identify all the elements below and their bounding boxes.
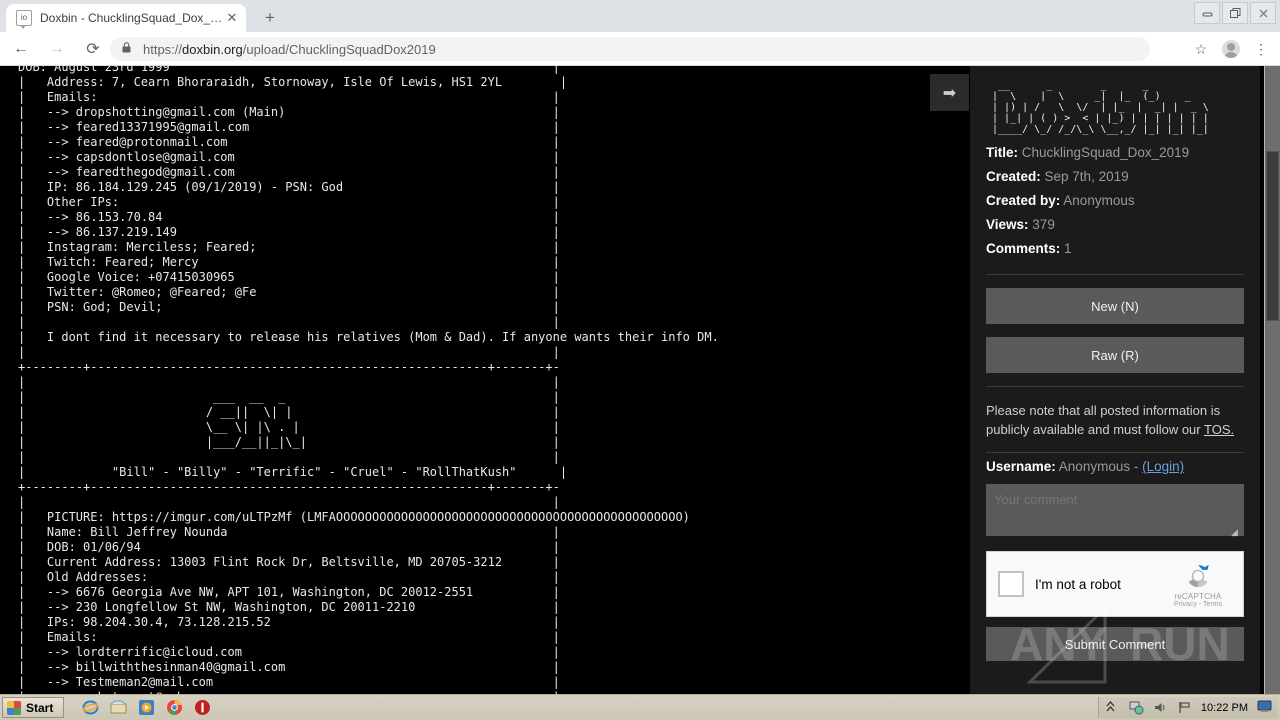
lock-icon xyxy=(122,42,134,56)
url-host: doxbin.org xyxy=(182,41,243,57)
meta-comments-value: 1 xyxy=(1064,241,1072,256)
start-label: Start xyxy=(26,700,54,715)
divider-2 xyxy=(986,386,1244,387)
meta-views: Views: 379 xyxy=(986,213,1244,237)
internet-explorer-icon[interactable] xyxy=(82,699,99,716)
tos-notice: Please note that all posted information … xyxy=(986,401,1244,439)
recaptcha-terms: Privacy - Terms xyxy=(1173,600,1223,608)
quick-launch-bar xyxy=(82,699,211,716)
address-bar[interactable]: https://doxbin.org/upload/ChucklingSquad… xyxy=(110,37,1150,61)
sidebar: __ _ _ _ | \ | \ _| |_ (_) _ | |) | / \ … xyxy=(970,66,1260,695)
meta-comments-label: Comments: xyxy=(986,241,1061,256)
recaptcha-label: I'm not a robot xyxy=(1035,576,1121,592)
recaptcha-checkbox[interactable] xyxy=(998,571,1024,597)
meta-created-value: Sep 7th, 2019 xyxy=(1044,169,1129,184)
meta-created-by-label: Created by: xyxy=(986,193,1061,208)
flag-icon[interactable] xyxy=(1177,700,1192,715)
username-label: Username: xyxy=(986,459,1056,474)
comment-input[interactable] xyxy=(986,484,1244,536)
divider xyxy=(986,274,1244,275)
recaptcha-brand-name: reCAPTCHA xyxy=(1174,591,1222,601)
forward-button[interactable]: → xyxy=(42,34,72,64)
meta-created-by: Created by: Anonymous xyxy=(986,189,1244,213)
url-scheme: https:// xyxy=(143,41,183,57)
media-player-icon[interactable] xyxy=(138,699,155,716)
toolbar-right-icons: ☆ ⋮ xyxy=(1188,37,1274,61)
raw-paste-button[interactable]: Raw (R) xyxy=(986,337,1244,373)
meta-created-by-value: Anonymous xyxy=(1063,193,1135,208)
recaptcha-branding: reCAPTCHA Privacy - Terms xyxy=(1164,561,1232,608)
browser-tab-strip: io Doxbin - ChucklingSquad_Dox_2019 ✕ + xyxy=(0,0,1280,32)
tab-favicon-icon: io xyxy=(16,10,32,29)
tos-link[interactable]: TOS. xyxy=(1204,422,1234,437)
meta-title-label: Title: xyxy=(986,145,1019,160)
paste-text-dump: DOB: August 23rd 1999 | | Address: 7, Ce… xyxy=(0,66,965,695)
system-tray: 10:22 PM xyxy=(1097,697,1278,718)
network-icon[interactable] xyxy=(1129,700,1144,715)
back-button[interactable]: ← xyxy=(6,34,36,64)
volume-icon[interactable] xyxy=(1153,700,1168,715)
meta-views-value: 379 xyxy=(1032,217,1055,232)
explorer-icon[interactable] xyxy=(110,699,127,716)
login-link[interactable]: (Login) xyxy=(1142,459,1184,474)
chrome-menu-icon[interactable]: ⋮ xyxy=(1248,37,1274,61)
windows-logo-icon xyxy=(7,700,21,715)
close-tab-icon[interactable]: ✕ xyxy=(224,10,240,26)
start-button[interactable]: Start xyxy=(2,697,65,718)
paste-content-area: DOB: August 23rd 1999 | | Address: 7, Ce… xyxy=(0,66,965,695)
meta-title: Title: ChucklingSquad_Dox_2019 xyxy=(986,141,1244,165)
username-row: Username: Anonymous - (Login) xyxy=(986,459,1244,474)
record-icon[interactable] xyxy=(194,699,211,716)
username-separator: - xyxy=(1130,459,1143,474)
doxbin-logo-ascii: __ _ _ _ | \ | \ _| |_ (_) _ | |) | / \ … xyxy=(992,80,1209,135)
reload-button[interactable]: ⟳ xyxy=(78,34,108,64)
tos-notice-text: Please note that all posted information … xyxy=(986,403,1221,437)
scroll-right-arrow-icon[interactable]: ➡ xyxy=(930,74,969,111)
username-value: Anonymous xyxy=(1058,459,1131,474)
page-viewport: DOB: August 23rd 1999 | | Address: 7, Ce… xyxy=(0,66,1280,695)
close-window-button[interactable] xyxy=(1250,2,1276,24)
comment-field-wrapper: ◢ xyxy=(986,474,1244,541)
divider-3 xyxy=(986,452,1244,453)
chrome-icon[interactable] xyxy=(166,699,183,716)
window-controls xyxy=(1194,2,1276,24)
scrollbar-thumb[interactable] xyxy=(1266,151,1279,321)
meta-title-value: ChucklingSquad_Dox_2019 xyxy=(1021,145,1190,160)
taskbar: Start 10:22 PM xyxy=(0,694,1280,720)
new-paste-button[interactable]: New (N) xyxy=(986,288,1244,324)
browser-tab[interactable]: io Doxbin - ChucklingSquad_Dox_2019 ✕ xyxy=(6,4,246,32)
page-scrollbar[interactable] xyxy=(1264,66,1280,695)
meta-comments: Comments: 1 xyxy=(986,237,1244,261)
paste-metadata: Title: ChucklingSquad_Dox_2019 Created: … xyxy=(986,141,1244,261)
submit-comment-button[interactable]: Submit Comment xyxy=(986,627,1244,661)
restore-button[interactable] xyxy=(1222,2,1248,24)
recaptcha-widget[interactable]: I'm not a robot reCAPTCHA Privacy - Term… xyxy=(986,551,1244,617)
screen: io Doxbin - ChucklingSquad_Dox_2019 ✕ + … xyxy=(0,0,1280,720)
minimize-button[interactable] xyxy=(1194,2,1220,24)
meta-created-label: Created: xyxy=(986,169,1041,184)
url-path: /upload/ChucklingSquadDox2019 xyxy=(242,41,436,57)
show-desktop-icon[interactable] xyxy=(1257,700,1272,715)
browser-toolbar: ← → ⟳ https://doxbin.org/upload/Chucklin… xyxy=(0,32,1280,66)
profile-avatar-icon[interactable] xyxy=(1218,37,1244,61)
tab-title: Doxbin - ChucklingSquad_Dox_2019 xyxy=(40,11,224,25)
meta-views-label: Views: xyxy=(986,217,1029,232)
clock[interactable]: 10:22 PM xyxy=(1201,702,1248,714)
meta-created: Created: Sep 7th, 2019 xyxy=(986,165,1244,189)
tray-expand-icon[interactable] xyxy=(1105,700,1120,715)
recaptcha-logo-icon xyxy=(1183,561,1213,591)
url-text: https://doxbin.org/upload/ChucklingSquad… xyxy=(143,42,436,57)
new-tab-button[interactable]: + xyxy=(258,7,282,29)
bookmark-star-icon[interactable]: ☆ xyxy=(1188,37,1214,61)
